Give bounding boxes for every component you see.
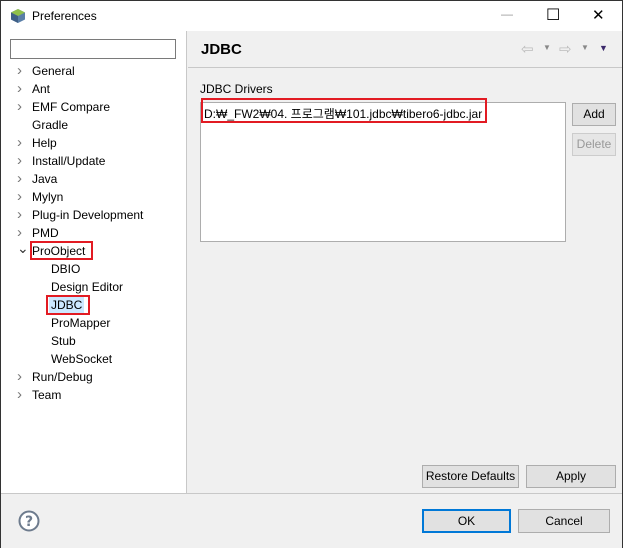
tree-item-general[interactable]: General [32, 62, 75, 80]
tree-item-emf-compare[interactable]: EMF Compare [32, 98, 110, 116]
chevron-right-icon[interactable]: › [17, 170, 27, 188]
tree-item-label: Stub [51, 334, 76, 348]
back-dropdown-icon[interactable]: ▼ [543, 43, 551, 52]
chevron-right-icon[interactable]: › [17, 62, 27, 80]
driver-highlight-box [201, 98, 487, 123]
forward-arrow-icon[interactable]: ⇨ [559, 40, 572, 58]
tree-item-label: Help [32, 136, 57, 150]
tree-item-label: WebSocket [51, 352, 113, 366]
filter-input[interactable] [11, 40, 175, 58]
tree-item-mylyn[interactable]: Mylyn [32, 188, 63, 206]
back-arrow-icon[interactable]: ⇦ [521, 40, 534, 58]
page-title: JDBC [201, 41, 242, 58]
eclipse-app-icon [11, 9, 25, 23]
maximize-button[interactable]: ☐ [546, 5, 560, 25]
tree-item-label: Gradle [32, 118, 69, 132]
tree-item-stub[interactable]: Stub [51, 332, 76, 350]
filter-search-field[interactable] [10, 39, 176, 59]
tree-item-label: Team [32, 388, 62, 402]
add-button[interactable]: Add [572, 103, 616, 126]
tree-item-help[interactable]: Help [32, 134, 57, 152]
highlight-box [46, 295, 90, 315]
forward-dropdown-icon[interactable]: ▼ [581, 43, 589, 52]
tree-item-label: General [32, 64, 75, 78]
tree-item-ant[interactable]: Ant [32, 80, 50, 98]
apply-button[interactable]: Apply [526, 465, 616, 488]
svg-text:?: ? [25, 514, 33, 530]
tree-item-run-debug[interactable]: Run/Debug [32, 368, 93, 386]
tree-item-dbio[interactable]: DBIO [51, 260, 80, 278]
chevron-right-icon[interactable]: › [17, 80, 27, 98]
drivers-label: JDBC Drivers [200, 82, 273, 96]
tree-item-label: ProMapper [51, 316, 111, 330]
preference-tree: General › Ant › EMF Compare › Gradle Help › Insta… [1, 31, 187, 493]
tree-item-label: Design Editor [51, 280, 124, 294]
tree-item-label: Plug-in Development [32, 208, 144, 222]
tree-item-pmd[interactable]: PMD [32, 224, 59, 242]
tree-item-promapper[interactable]: ProMapper [51, 314, 110, 332]
chevron-right-icon[interactable]: › [17, 386, 27, 404]
chevron-right-icon[interactable]: › [17, 368, 27, 386]
drivers-list[interactable]: D:₩_FW2₩04. 프로그램₩101.jdbc₩tibero6-jdbc.j… [200, 102, 566, 242]
close-button[interactable]: ✕ [592, 6, 605, 24]
tree-item-team[interactable]: Team [32, 386, 61, 404]
tree-item-label: EMF Compare [32, 100, 111, 114]
tree-item-java[interactable]: Java [32, 170, 57, 188]
tree-item-label: Install/Update [32, 154, 106, 168]
view-menu-icon[interactable]: ▼ [599, 43, 608, 53]
tree-item-install-update[interactable]: Install/Update [32, 152, 105, 170]
header-divider [188, 67, 622, 68]
chevron-right-icon[interactable]: › [17, 98, 27, 116]
tree-item-label: Run/Debug [32, 370, 93, 384]
window-title: Preferences [32, 9, 97, 23]
chevron-down-icon[interactable]: ⌄ [17, 241, 29, 260]
delete-button[interactable]: Delete [572, 133, 616, 156]
tree-item-label: PMD [32, 226, 59, 240]
ok-button[interactable]: OK [422, 509, 511, 533]
tree-item-label: Java [32, 172, 58, 186]
chevron-right-icon[interactable]: › [17, 152, 27, 170]
dialog-footer: ? OK Cancel [1, 493, 622, 548]
tree-item-websocket[interactable]: WebSocket [51, 350, 112, 368]
tree-item-label: Mylyn [32, 190, 64, 204]
tree-item-plug-in-development[interactable]: Plug-in Development [32, 206, 143, 224]
cancel-button[interactable]: Cancel [518, 509, 610, 533]
preferences-window: Preferences — ☐ ✕ General › Ant › EMF Compar… [0, 0, 623, 548]
chevron-right-icon[interactable]: › [17, 206, 27, 224]
tree-item-label: Ant [32, 82, 51, 96]
title-bar: Preferences — ☐ ✕ [1, 1, 622, 31]
chevron-right-icon[interactable]: › [17, 188, 27, 206]
preference-page: JDBC ⇦ ▼ ⇨ ▼ ▼ JDBC Drivers D:₩_FW2₩04. … [188, 31, 622, 493]
minimize-button[interactable]: — [501, 7, 513, 21]
tree-item-gradle[interactable]: Gradle [32, 116, 68, 134]
restore-defaults-button[interactable]: Restore Defaults [422, 465, 519, 488]
tree-item-label: DBIO [51, 262, 81, 276]
help-icon[interactable]: ? [18, 510, 40, 532]
chevron-right-icon[interactable]: › [17, 134, 27, 152]
highlight-box [30, 241, 93, 260]
tree-item-design-editor[interactable]: Design Editor [51, 278, 123, 296]
